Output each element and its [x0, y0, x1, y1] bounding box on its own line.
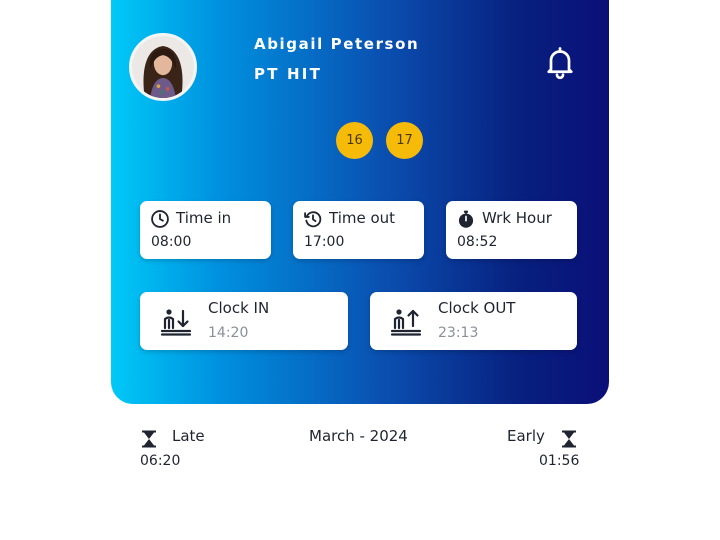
avatar[interactable]: [129, 33, 197, 101]
work-hour-label: Wrk Hour: [482, 209, 552, 227]
clock-out-time: 23:13: [438, 325, 479, 341]
clock-out-label: Clock OUT: [438, 299, 516, 317]
clock-out-icon: [390, 308, 422, 336]
time-in-label: Time in: [176, 209, 232, 227]
time-out-card: Time out 17:00: [293, 201, 424, 259]
clock-in-time: 14:20: [208, 325, 249, 341]
company-name: PT HIT: [254, 65, 323, 83]
attendance-screen: Abigail Peterson PT HIT 16 17 Time in 08…: [0, 0, 720, 540]
user-name: Abigail Peterson: [254, 35, 420, 53]
early-label: Early: [507, 427, 545, 445]
bell-icon[interactable]: [542, 44, 578, 80]
early-value: 01:56: [539, 453, 580, 469]
stopwatch-icon: [456, 209, 476, 229]
clock-in-button[interactable]: Clock IN 14:20: [140, 292, 348, 350]
day-badge[interactable]: 17: [386, 122, 423, 159]
clock-out-button[interactable]: Clock OUT 23:13: [370, 292, 577, 350]
late-label: Late: [172, 427, 205, 445]
clock-icon: [150, 209, 170, 229]
history-icon: [303, 209, 323, 229]
current-month[interactable]: March - 2024: [309, 427, 408, 445]
time-in-card: Time in 08:00: [140, 201, 271, 259]
time-in-value: 08:00: [151, 234, 192, 250]
time-out-value: 17:00: [304, 234, 345, 250]
work-hour-value: 08:52: [457, 234, 498, 250]
clock-in-label: Clock IN: [208, 299, 270, 317]
late-value: 06:20: [140, 453, 181, 469]
hourglass-icon: [141, 430, 157, 448]
day-badge[interactable]: 16: [336, 122, 373, 159]
clock-in-icon: [160, 308, 192, 336]
time-out-label: Time out: [329, 209, 396, 227]
hourglass-icon: [561, 430, 577, 448]
work-hour-card: Wrk Hour 08:52: [446, 201, 577, 259]
